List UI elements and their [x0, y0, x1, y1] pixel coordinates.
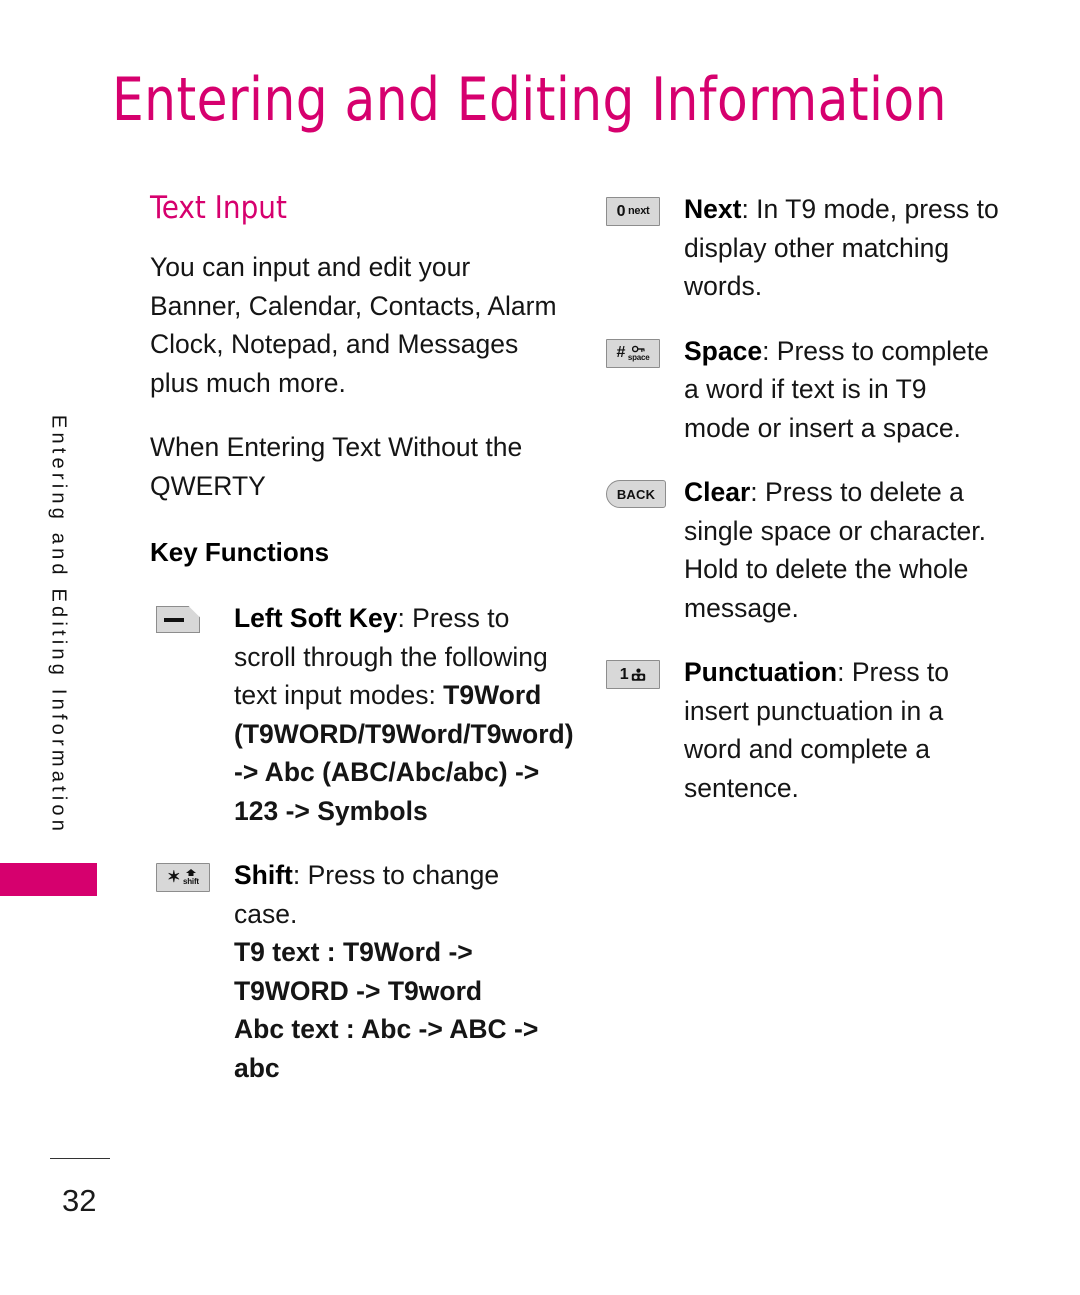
star-glyph: ✶	[167, 868, 180, 886]
key-description: Punctuation: Press to insert punctuation…	[684, 653, 1000, 807]
section-heading-text-input: Text Input	[150, 190, 287, 226]
key-bold-detail-line-2: Abc text : Abc -> ABC -> abc	[234, 1014, 539, 1083]
key-row-left-soft-key: Left Soft Key: Press to scroll through t…	[150, 599, 574, 830]
key-glyph-cell	[150, 599, 234, 633]
key-row-clear: BACK Clear: Press to delete a single spa…	[600, 473, 1000, 627]
key-label: Shift	[234, 860, 293, 890]
qwerty-paragraph: When Entering Text Without the QWERTY	[150, 432, 523, 501]
key-glyph-cell: # space	[600, 332, 684, 368]
back-label: BACK	[616, 486, 656, 502]
key-glyph-cell: 1	[600, 653, 684, 689]
space-label: space	[627, 352, 650, 362]
side-tab-label: Entering and Editing Information	[47, 414, 70, 836]
key-row-next: 0 next Next: In T9 mode, press to displa…	[600, 190, 1000, 306]
hash-glyph: #	[616, 344, 625, 361]
key-label: Punctuation	[684, 657, 838, 687]
key-row-shift-key: ✶ shift Shift: Press to change case. T9 …	[150, 856, 565, 1087]
key-row-punctuation: 1 Punctuation: Press to insert punctuati…	[600, 653, 1000, 807]
key-description: Space: Press to complete a word if text …	[684, 332, 1000, 448]
right-column: 0 next Next: In T9 mode, press to displa…	[600, 190, 1000, 833]
key-row-space: # space Space: Press to complete a word …	[600, 332, 1000, 448]
shift-glyph-stack: shift	[183, 869, 199, 886]
one-voicemail-key-icon: 1	[606, 660, 660, 689]
key-description: Shift: Press to change case. T9 text : T…	[234, 856, 565, 1087]
key-label: Space	[684, 335, 763, 366]
key-glyph-cell: BACK	[600, 473, 684, 508]
zero-glyph: 0	[616, 202, 626, 220]
intro-paragraph: You can input and edit your Banner, Cale…	[150, 252, 557, 398]
footer-divider	[50, 1158, 110, 1159]
space-glyph-stack: space	[628, 345, 650, 362]
hash-space-key-icon: # space	[606, 338, 660, 368]
key-glyph-cell: ✶ shift	[150, 856, 234, 892]
key-label: Clear	[684, 477, 751, 507]
key-lock-icon	[632, 345, 645, 352]
next-label: next	[627, 205, 650, 217]
back-key-icon: BACK	[606, 480, 666, 508]
zero-next-key-icon: 0 next	[606, 197, 660, 226]
sub-heading-key-functions: Key Functions	[150, 537, 330, 567]
page-number: 32	[62, 1183, 97, 1218]
shift-arrow-icon	[185, 869, 196, 876]
side-tab-accent-bar	[0, 863, 97, 896]
key-description: Left Soft Key: Press to scroll through t…	[234, 599, 574, 830]
shift-label: shift	[183, 877, 199, 886]
voicemail-icon	[632, 668, 646, 681]
key-label: Next	[684, 194, 742, 224]
key-description: Next: In T9 mode, press to display other…	[684, 190, 1000, 306]
key-glyph-cell: 0 next	[600, 190, 684, 226]
left-soft-key-icon	[156, 606, 200, 633]
one-glyph: 1	[619, 665, 629, 683]
left-column: Text Input You can input and edit your B…	[150, 190, 574, 1113]
side-tab: Entering and Editing Information	[36, 395, 80, 855]
key-bold-detail-line-1: T9 text : T9Word -> T9WORD -> T9word	[234, 937, 483, 1006]
key-description: Clear: Press to delete a single space or…	[684, 473, 1000, 627]
page-title: Entering and Editing Information	[112, 65, 947, 135]
star-shift-key-icon: ✶ shift	[156, 863, 210, 892]
key-label: Left Soft Key	[234, 603, 398, 633]
